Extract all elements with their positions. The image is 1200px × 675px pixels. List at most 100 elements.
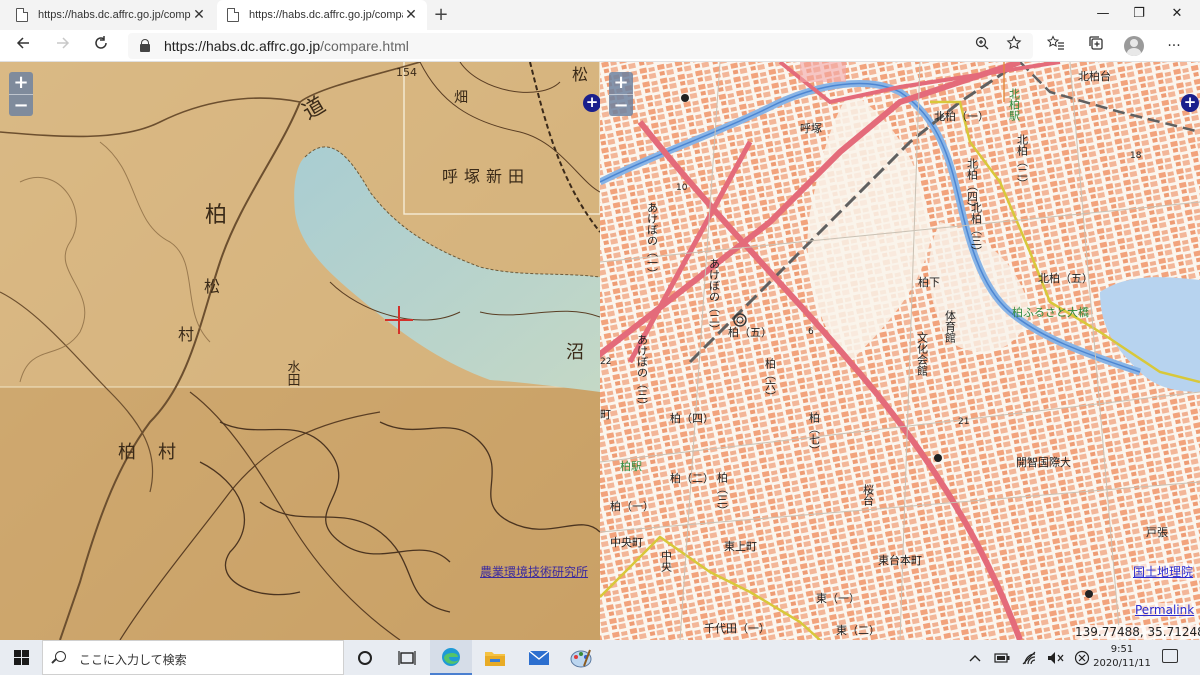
label-akebono1: あけぼの（一）: [646, 202, 659, 279]
label-num18: 18: [1130, 151, 1142, 161]
label-kashiwa2: 柏（二）: [670, 471, 714, 485]
credit-link-niaes[interactable]: 農業環境技術研究所: [480, 563, 588, 580]
tab-1[interactable]: https://habs.dc.affrc.go.jp/compa ✕: [6, 0, 215, 30]
chevron-up-icon[interactable]: [964, 640, 986, 675]
search-placeholder: ここに入力して検索: [79, 653, 187, 667]
page-icon: [227, 8, 239, 22]
label-higashiuemachi: 東上町: [724, 540, 757, 553]
layer-plus-button[interactable]: +: [1181, 94, 1199, 112]
task-view-icon[interactable]: [386, 640, 428, 675]
label-kashiwa6: 柏（六）: [764, 357, 777, 402]
collections-icon[interactable]: [1084, 35, 1108, 57]
url-text[interactable]: https://habs.dc.affrc.go.jp/compare.html: [164, 38, 409, 54]
profile-icon[interactable]: [1124, 36, 1144, 56]
favorite-star-icon[interactable]: [1002, 35, 1026, 57]
url-host: https://habs.dc.affrc.go.jp: [164, 38, 321, 54]
zoom-icon[interactable]: [970, 35, 994, 57]
label-kashiwa-2: 柏: [118, 442, 136, 463]
tab-title: https://habs.dc.affrc.go.jp/compa: [38, 9, 191, 21]
url-path: /compare.html: [320, 38, 409, 54]
label-mizuta: 水田: [285, 360, 301, 386]
refresh-button[interactable]: [88, 35, 114, 57]
label-higashi2: 東（二）: [836, 624, 880, 637]
label-furusato-bridge: 柏ふるさと大橋: [1012, 305, 1089, 319]
historic-map-pane[interactable]: 道 柏 松 松 呼塚新田 沼 畑 154 水田 柏 村 村 + − + 農業環境…: [0, 62, 600, 640]
label-kashiwa5: 柏（五）: [728, 325, 772, 339]
taskbar-search-box[interactable]: ここに入力して検索: [42, 640, 344, 675]
zoom-out-button[interactable]: −: [609, 94, 633, 116]
label-kaichi: 開智国際大: [1016, 455, 1071, 469]
label-154: 154: [396, 66, 417, 79]
label-kashiwashita: 柏下: [918, 275, 940, 289]
label-kitakashiwadai: 北柏台: [1078, 69, 1111, 83]
close-tab-icon[interactable]: ✕: [191, 7, 207, 23]
layer-plus-button[interactable]: +: [583, 94, 600, 112]
right-zoom-control: + −: [609, 72, 633, 116]
label-mura-2: 村: [178, 325, 194, 344]
left-zoom-control: + −: [9, 72, 33, 116]
file-explorer-icon[interactable]: [474, 640, 516, 675]
search-icon: [55, 651, 66, 662]
cortana-icon[interactable]: [344, 640, 386, 675]
new-tab-button[interactable]: +: [430, 4, 452, 26]
label-kitakashiwa1: 北柏（一）: [934, 109, 989, 123]
label-num10: 10: [676, 183, 688, 193]
label-numa: 沼: [566, 342, 584, 363]
label-kashiwa7: 柏（七）: [808, 411, 821, 456]
label-kitakashiwa-station: 北柏駅: [1008, 88, 1021, 122]
zoom-in-button[interactable]: +: [609, 72, 633, 94]
modern-map-canvas[interactable]: 北柏台 北柏（一） 呼塚 北柏（五） 柏下 柏（五） 柏（四） 柏（二） 柏（一…: [600, 62, 1200, 640]
more-icon[interactable]: ···: [1162, 35, 1186, 57]
label-num22: 22: [600, 357, 611, 367]
close-tab-icon[interactable]: ✕: [403, 7, 419, 23]
network-icon[interactable]: [1018, 640, 1042, 675]
zoom-in-button[interactable]: +: [9, 72, 33, 94]
label-hatake: 畑: [454, 90, 468, 106]
forward-button[interactable]: [50, 35, 76, 57]
label-kashiwa1: 柏（一）: [610, 499, 654, 513]
label-kashiwa4: 柏（四）: [670, 411, 714, 425]
windows-taskbar: ここに入力して検索 9:51 2020/11/11: [0, 640, 1200, 675]
historic-map-canvas[interactable]: 道 柏 松 松 呼塚新田 沼 畑 154 水田 柏 村 村: [0, 62, 600, 640]
favorites-icon[interactable]: [1044, 35, 1068, 57]
label-tobari: 戸張: [1146, 526, 1168, 539]
credit-link-gsi[interactable]: 国土地理院: [1133, 563, 1194, 580]
label-kashiwa3: 柏（三）: [716, 471, 729, 516]
label-kitakashiwa4: 北柏（四）: [966, 158, 979, 213]
label-chuo: 中央: [660, 550, 673, 573]
zoom-out-button[interactable]: −: [9, 94, 33, 116]
label-higashidaihonmachi: 東台本町: [878, 553, 922, 567]
modern-map-pane[interactable]: 北柏台 北柏（一） 呼塚 北柏（五） 柏下 柏（五） 柏（四） 柏（二） 柏（一…: [600, 62, 1200, 640]
label-akebono2: あけぼの（二）: [708, 258, 721, 335]
forward-icon: [57, 37, 70, 49]
label-ochomachi: 町: [600, 408, 611, 421]
paint-icon[interactable]: [560, 640, 602, 675]
battery-icon[interactable]: [990, 640, 1014, 675]
mail-icon[interactable]: [518, 640, 560, 675]
label-kitakashiwa2: 北柏（二）: [1016, 134, 1029, 189]
notification-icon[interactable]: [1162, 649, 1178, 663]
refresh-icon: [95, 36, 107, 49]
volume-mute-icon[interactable]: [1044, 640, 1068, 675]
coordinates-readout: 139.77488, 35.71248: [1075, 625, 1200, 639]
label-kashiwa-station: 柏駅: [620, 459, 642, 473]
label-matsu: 松: [572, 65, 588, 84]
permalink-link[interactable]: Permalink: [1135, 603, 1195, 617]
edge-icon[interactable]: [430, 640, 472, 675]
label-bunka: 文化会館: [916, 331, 929, 377]
close-window-button[interactable]: ✕: [1154, 0, 1200, 30]
label-akebono3: あけぼの（三）: [636, 334, 649, 411]
clock[interactable]: 9:51 2020/11/11: [1090, 643, 1154, 671]
lock-icon[interactable]: [140, 39, 150, 52]
tab-bar: https://habs.dc.affrc.go.jp/compa ✕ http…: [0, 0, 1200, 30]
post-office-icon: [681, 94, 689, 102]
back-button[interactable]: [10, 35, 36, 57]
tab-2-active[interactable]: https://habs.dc.affrc.go.jp/compa ✕: [217, 0, 427, 30]
address-bar[interactable]: https://habs.dc.affrc.go.jp/compare.html: [128, 33, 1033, 59]
back-icon: [16, 37, 29, 49]
windows-start-icon[interactable]: [0, 640, 42, 675]
clock-date: 2020/11/11: [1093, 658, 1151, 669]
label-num6: 6: [808, 327, 814, 337]
label-yobitsuka: 呼塚: [800, 122, 822, 135]
label-kitakashiwa5: 北柏（五）: [1038, 271, 1093, 285]
